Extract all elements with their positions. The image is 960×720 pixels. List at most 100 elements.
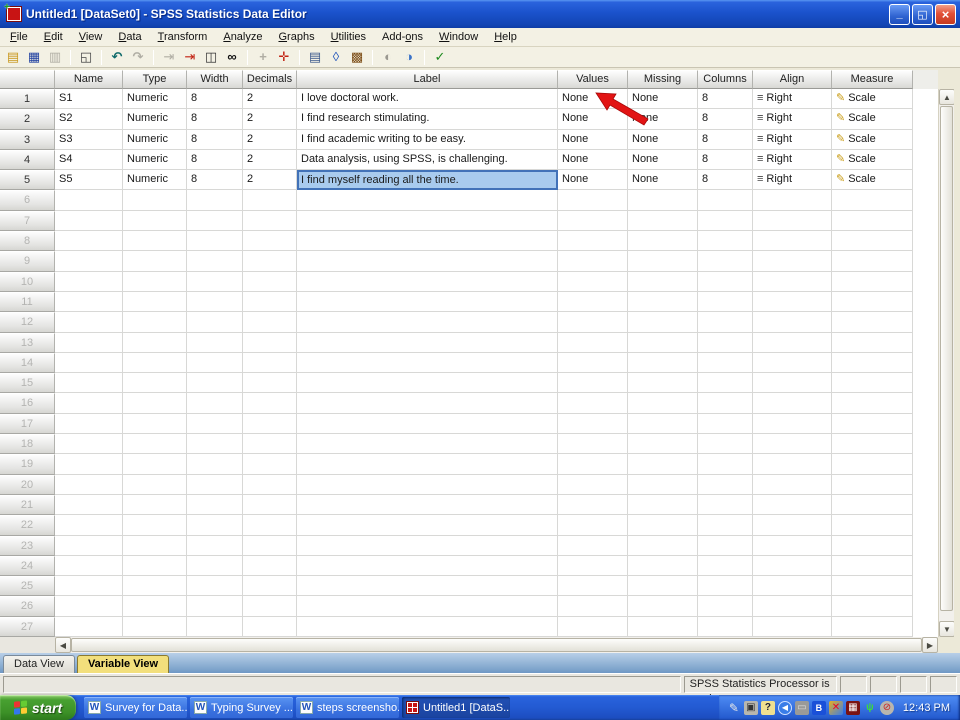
- missing-cell[interactable]: [628, 515, 698, 535]
- align-cell[interactable]: [753, 251, 832, 271]
- measure-cell[interactable]: [832, 231, 913, 251]
- label-cell[interactable]: [297, 190, 558, 210]
- name-cell[interactable]: [55, 272, 123, 292]
- name-cell[interactable]: [55, 515, 123, 535]
- name-cell[interactable]: [55, 373, 123, 393]
- type-cell[interactable]: [123, 556, 187, 576]
- type-cell[interactable]: [123, 414, 187, 434]
- width-cell[interactable]: [187, 617, 243, 637]
- values-cell[interactable]: None: [558, 130, 628, 150]
- close-button[interactable]: ×: [935, 4, 956, 25]
- values-cell[interactable]: [558, 414, 628, 434]
- align-cell[interactable]: [753, 211, 832, 231]
- missing-cell[interactable]: [628, 333, 698, 353]
- label-cell[interactable]: [297, 272, 558, 292]
- redo-icon[interactable]: ↷: [129, 49, 147, 66]
- decimals-cell[interactable]: [243, 333, 297, 353]
- width-cell[interactable]: [187, 393, 243, 413]
- menu-item[interactable]: Window: [431, 29, 486, 45]
- column-header-name[interactable]: Name: [55, 70, 123, 89]
- columns-cell[interactable]: [698, 536, 753, 556]
- align-cell[interactable]: [753, 536, 832, 556]
- align-cell[interactable]: ≡Right: [753, 109, 832, 129]
- measure-cell[interactable]: [832, 475, 913, 495]
- type-cell[interactable]: [123, 475, 187, 495]
- columns-cell[interactable]: 8: [698, 170, 753, 190]
- name-cell[interactable]: [55, 414, 123, 434]
- use-variable-sets-icon[interactable]: ◐: [379, 49, 397, 66]
- missing-cell[interactable]: None: [628, 170, 698, 190]
- tab-data-view[interactable]: Data View: [3, 655, 75, 673]
- width-cell[interactable]: [187, 373, 243, 393]
- missing-cell[interactable]: [628, 536, 698, 556]
- name-cell[interactable]: [55, 475, 123, 495]
- dialog-recall-icon[interactable]: ◱: [77, 49, 95, 66]
- row-header[interactable]: 8: [0, 231, 55, 251]
- values-cell[interactable]: [558, 556, 628, 576]
- values-cell[interactable]: [558, 617, 628, 637]
- vertical-scroll-thumb[interactable]: [940, 106, 953, 611]
- label-cell[interactable]: [297, 292, 558, 312]
- width-cell[interactable]: [187, 312, 243, 332]
- values-cell[interactable]: [558, 536, 628, 556]
- measure-cell[interactable]: ✎Scale: [832, 109, 913, 129]
- name-cell[interactable]: [55, 556, 123, 576]
- width-cell[interactable]: [187, 190, 243, 210]
- decimals-cell[interactable]: [243, 251, 297, 271]
- align-cell[interactable]: ≡Right: [753, 150, 832, 170]
- label-cell[interactable]: [297, 353, 558, 373]
- missing-cell[interactable]: None: [628, 130, 698, 150]
- column-header-columns[interactable]: Columns: [698, 70, 753, 89]
- align-cell[interactable]: [753, 454, 832, 474]
- columns-cell[interactable]: [698, 414, 753, 434]
- name-cell[interactable]: [55, 231, 123, 251]
- width-cell[interactable]: [187, 556, 243, 576]
- align-cell[interactable]: [753, 434, 832, 454]
- measure-cell[interactable]: [832, 434, 913, 454]
- decimals-cell[interactable]: 2: [243, 109, 297, 129]
- align-cell[interactable]: ≡Right: [753, 89, 832, 109]
- values-cell[interactable]: [558, 373, 628, 393]
- find-icon[interactable]: ∞: [223, 49, 241, 66]
- type-cell[interactable]: [123, 211, 187, 231]
- goto-case-icon[interactable]: ⇥: [160, 49, 178, 66]
- wireless-network-icon[interactable]: ψ: [863, 701, 877, 715]
- goto-variable-icon[interactable]: ⇥: [181, 49, 199, 66]
- label-cell[interactable]: I find myself reading all the time.: [297, 170, 558, 190]
- row-header[interactable]: 20: [0, 475, 55, 495]
- decimals-cell[interactable]: [243, 434, 297, 454]
- columns-cell[interactable]: [698, 292, 753, 312]
- label-cell[interactable]: [297, 536, 558, 556]
- label-cell[interactable]: [297, 454, 558, 474]
- type-cell[interactable]: [123, 353, 187, 373]
- decimals-cell[interactable]: 2: [243, 170, 297, 190]
- type-cell[interactable]: Numeric: [123, 89, 187, 109]
- menu-item[interactable]: Edit: [36, 29, 71, 45]
- missing-cell[interactable]: [628, 272, 698, 292]
- values-cell[interactable]: [558, 312, 628, 332]
- type-cell[interactable]: [123, 454, 187, 474]
- measure-cell[interactable]: [832, 353, 913, 373]
- label-cell[interactable]: [297, 576, 558, 596]
- missing-cell[interactable]: [628, 231, 698, 251]
- name-cell[interactable]: [55, 536, 123, 556]
- name-cell[interactable]: S4: [55, 150, 123, 170]
- label-cell[interactable]: [297, 617, 558, 637]
- name-cell[interactable]: [55, 434, 123, 454]
- label-cell[interactable]: [297, 373, 558, 393]
- values-cell[interactable]: [558, 353, 628, 373]
- label-cell[interactable]: [297, 312, 558, 332]
- label-cell[interactable]: [297, 251, 558, 271]
- decimals-cell[interactable]: 2: [243, 89, 297, 109]
- scroll-down-button[interactable]: ▼: [939, 621, 955, 637]
- label-cell[interactable]: [297, 556, 558, 576]
- split-file-icon[interactable]: ▤: [306, 49, 324, 66]
- row-header[interactable]: 16: [0, 393, 55, 413]
- label-cell[interactable]: [297, 596, 558, 616]
- name-cell[interactable]: [55, 596, 123, 616]
- missing-cell[interactable]: [628, 393, 698, 413]
- measure-cell[interactable]: [832, 251, 913, 271]
- decimals-cell[interactable]: [243, 617, 297, 637]
- type-cell[interactable]: [123, 312, 187, 332]
- type-cell[interactable]: [123, 576, 187, 596]
